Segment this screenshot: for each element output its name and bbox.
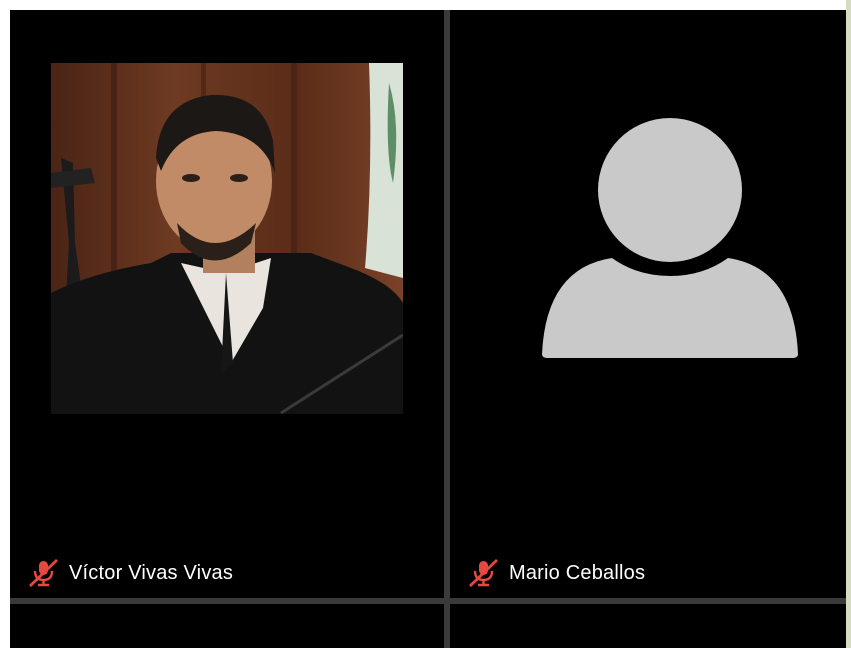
participant-tile-mario-ceballos[interactable]: Mario Ceballos	[450, 10, 846, 598]
participant-name-tag: Mario Ceballos	[466, 559, 645, 587]
meeting-gallery-grid: Víctor Vivas Vivas Mario Ceballos	[10, 10, 846, 648]
mic-muted-icon	[469, 559, 498, 587]
participant-tile-bottom-left[interactable]	[10, 604, 444, 648]
window-edge	[846, 0, 851, 648]
participant-tile-victor-vivas[interactable]: Víctor Vivas Vivas	[10, 10, 444, 598]
participant-name: Mario Ceballos	[509, 561, 646, 584]
mic-muted-icon	[29, 559, 58, 587]
avatar-placeholder-icon	[542, 118, 798, 358]
participant-name: Víctor Vivas Vivas	[69, 561, 234, 584]
participant-tile-bottom-right[interactable]	[450, 604, 846, 648]
participant-name-tag: Víctor Vivas Vivas	[26, 559, 233, 587]
participant-video	[51, 63, 403, 414]
